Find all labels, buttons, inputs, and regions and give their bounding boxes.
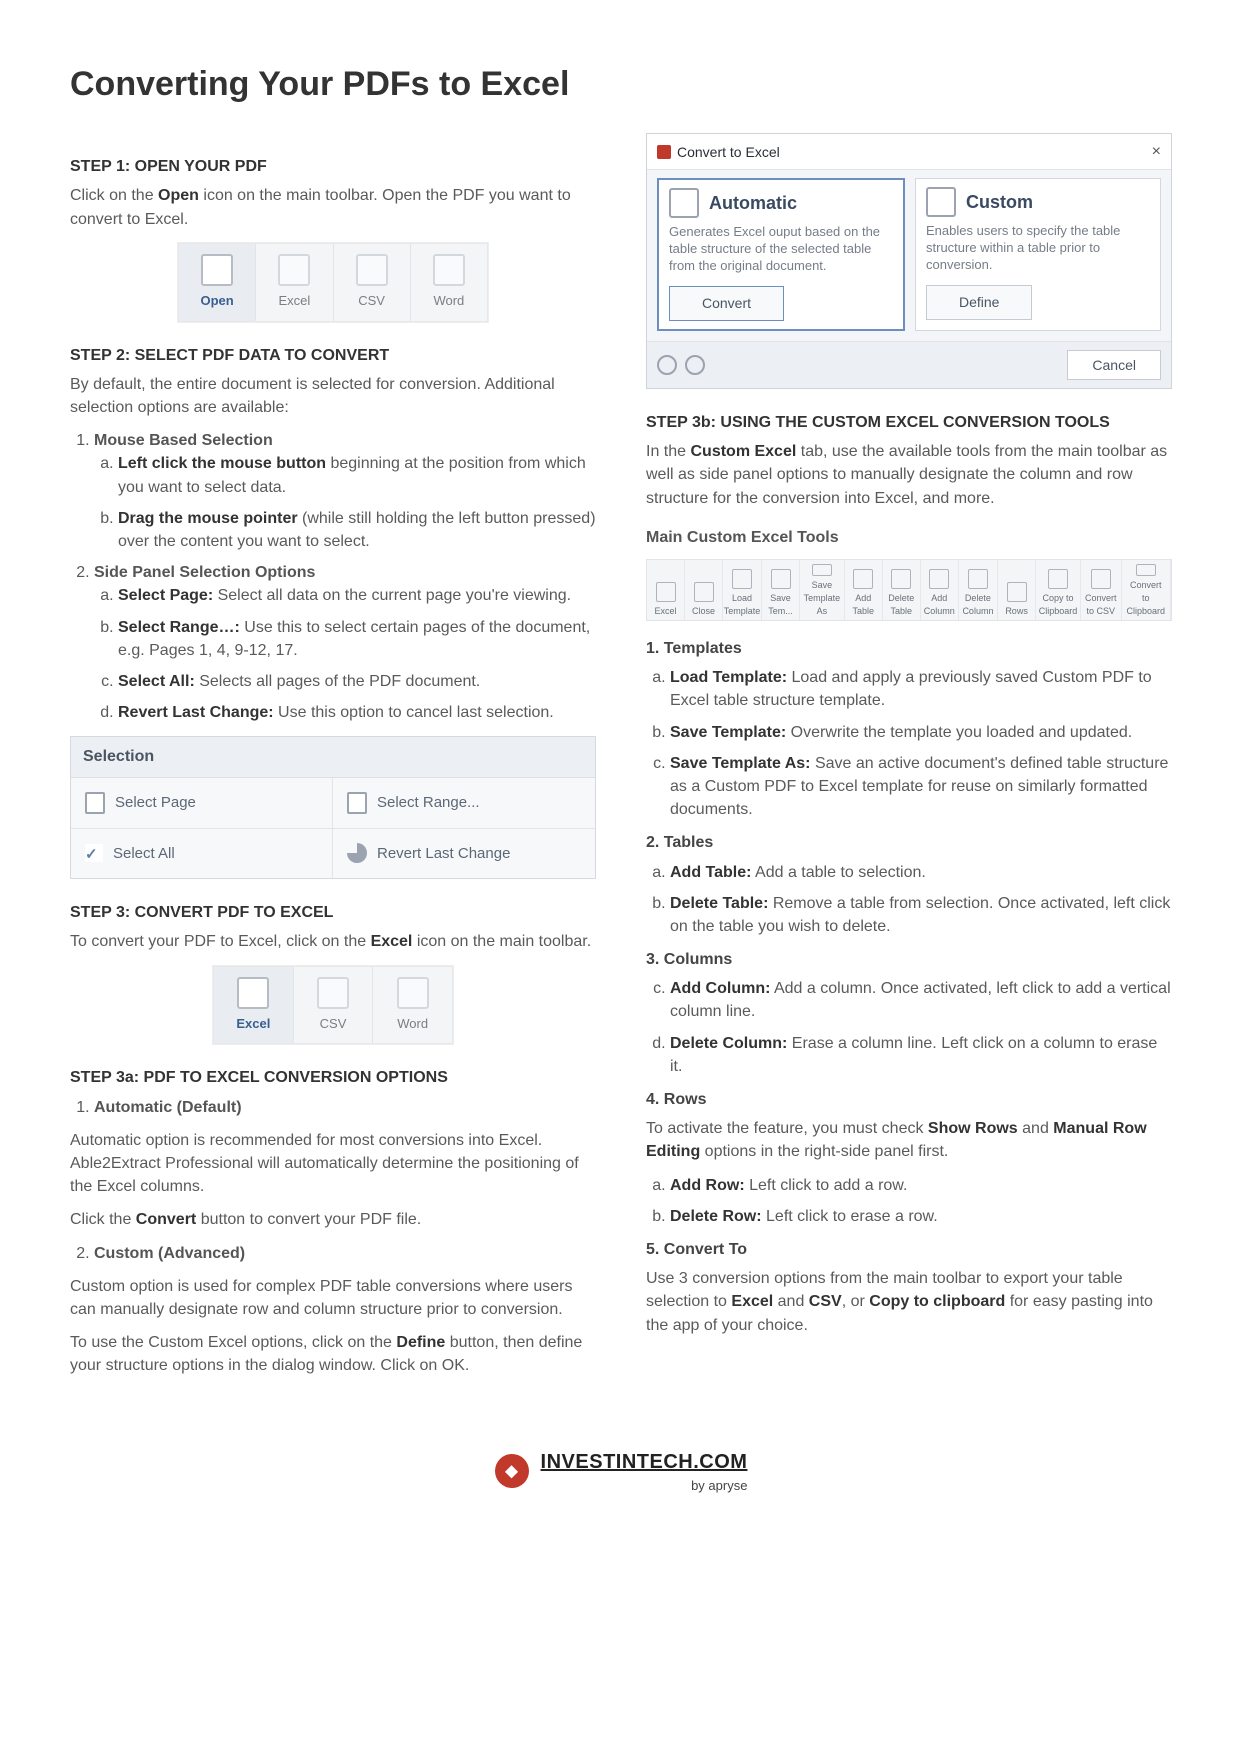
step3a-opt2-p2: To use the Custom Excel options, click o… [70,1331,596,1377]
sec-columns: 3. Columns Add Column: Add a column. Onc… [646,948,1172,1078]
convert-to-excel-dialog: Convert to Excel × Automatic Generates E… [646,133,1172,389]
step3b-intro: In the Custom Excel tab, use the availab… [646,440,1172,510]
step3b-heading: STEP 3b: USING THE CUSTOM EXCEL CONVERSI… [646,411,1172,434]
ribbon-save-template-as[interactable]: Save Template As [800,560,845,620]
delete-column-icon [968,569,988,589]
check-icon [85,844,103,862]
step2-heading: STEP 2: SELECT PDF DATA TO CONVERT [70,344,596,367]
selection-panel-header: Selection [71,737,595,777]
step2-intro: By default, the entire document is selec… [70,373,596,419]
step3a-opt1-p2: Click the Convert button to convert your… [70,1208,596,1231]
left-column: STEP 1: OPEN YOUR PDF Click on the Open … [70,133,596,1387]
close-icon [694,582,714,602]
ribbon-copy-clipboard[interactable]: Copy to Clipboard [1036,560,1081,620]
toolbar-word-button-2[interactable]: Word [373,967,452,1044]
app-icon [657,145,671,159]
select-all-button[interactable]: Select All [71,828,333,879]
toolbar-excel-button-2[interactable]: Excel [214,967,294,1044]
rows-icon [1007,582,1027,602]
add-table-icon [853,569,873,589]
convert-button[interactable]: Convert [669,286,784,320]
step1-text: Click on the Open icon on the main toolb… [70,184,596,230]
delete-table-icon [891,569,911,589]
footer: ◆ INVESTINTECH.COM by apryse [70,1448,1172,1496]
step1-heading: STEP 1: OPEN YOUR PDF [70,155,596,178]
select-range-button[interactable]: Select Range... [333,778,595,828]
sec-convert-to: 5. Convert To Use 3 conversion options f… [646,1238,1172,1337]
automatic-icon [669,188,699,218]
word-icon [397,977,429,1009]
load-template-icon [732,569,752,589]
footer-site: INVESTINTECH.COM [541,1448,748,1477]
settings-icon[interactable] [685,355,705,375]
main-tools-subhead: Main Custom Excel Tools [646,526,1172,549]
sec-templates: 1. Templates Load Template: Load and app… [646,637,1172,821]
automatic-option[interactable]: Automatic Generates Excel ouput based on… [657,178,905,330]
footer-logo-icon: ◆ [495,1454,529,1488]
step2-item2: Side Panel Selection Options Select Page… [94,561,596,724]
excel-icon [656,582,676,602]
excel-icon [278,254,310,286]
ribbon-add-table[interactable]: Add Table [845,560,883,620]
select-page-button[interactable]: Select Page [71,778,333,828]
csv-icon [356,254,388,286]
close-icon[interactable]: × [1152,140,1161,163]
open-icon [201,254,233,286]
ribbon-convert-clipboard[interactable]: Convert to Clipboard [1122,560,1171,620]
revert-icon [347,843,367,863]
save-as-icon [812,564,832,576]
ribbon-save-template[interactable]: Save Tem... [762,560,800,620]
dialog-title: Convert to Excel [677,142,780,162]
add-column-icon [929,569,949,589]
ribbon-delete-column[interactable]: Delete Column [959,560,998,620]
sec-rows: 4. Rows To activate the feature, you mus… [646,1088,1172,1228]
cancel-button[interactable]: Cancel [1067,350,1161,380]
toolbar-csv-button-2[interactable]: CSV [294,967,374,1044]
open-toolbar: Open Excel CSV Word [178,243,488,322]
custom-option[interactable]: Custom Enables users to specify the tabl… [915,178,1161,330]
footer-byline: by apryse [541,1477,748,1496]
toolbar-word-button[interactable]: Word [411,244,487,321]
ribbon-rows[interactable]: Rows [998,560,1036,620]
excel-toolbar: Excel CSV Word [213,966,453,1045]
step3a-opt2-p1: Custom option is used for complex PDF ta… [70,1275,596,1321]
custom-icon [926,187,956,217]
step3a-opt2: Custom (Advanced) [94,1242,596,1265]
word-icon [433,254,465,286]
help-icon[interactable] [657,355,677,375]
revert-last-change-button[interactable]: Revert Last Change [333,828,595,879]
sec-tables: 2. Tables Add Table: Add a table to sele… [646,831,1172,938]
csv-icon [1091,569,1111,589]
range-icon [347,792,367,814]
step2-item1: Mouse Based Selection Left click the mou… [94,429,596,553]
save-template-icon [771,569,791,589]
page-title: Converting Your PDFs to Excel [70,60,1172,109]
step3-text: To convert your PDF to Excel, click on t… [70,930,596,953]
clipboard-icon [1136,564,1156,576]
step3a-heading: STEP 3a: PDF TO EXCEL CONVERSION OPTIONS [70,1066,596,1089]
toolbar-csv-button[interactable]: CSV [334,244,411,321]
right-column: Convert to Excel × Automatic Generates E… [646,133,1172,1387]
selection-panel: Selection Select Page Select Range... Se… [70,736,596,879]
ribbon-excel[interactable]: Excel [647,560,685,620]
clipboard-icon [1048,569,1068,589]
ribbon-load-template[interactable]: Load Template [723,560,762,620]
custom-excel-ribbon: Excel Close Load Template Save Tem... Sa… [646,559,1172,621]
excel-icon [237,977,269,1009]
step3-heading: STEP 3: CONVERT PDF TO EXCEL [70,901,596,924]
ribbon-convert-csv[interactable]: Convert to CSV [1081,560,1122,620]
step3a-opt1-p1: Automatic option is recommended for most… [70,1129,596,1199]
define-button[interactable]: Define [926,285,1032,319]
toolbar-excel-button[interactable]: Excel [256,244,333,321]
toolbar-open-button[interactable]: Open [179,244,256,321]
ribbon-delete-table[interactable]: Delete Table [883,560,921,620]
ribbon-close[interactable]: Close [685,560,723,620]
ribbon-add-column[interactable]: Add Column [921,560,959,620]
page-icon [85,792,105,814]
csv-icon [317,977,349,1009]
step3a-opt1: Automatic (Default) [94,1096,596,1119]
